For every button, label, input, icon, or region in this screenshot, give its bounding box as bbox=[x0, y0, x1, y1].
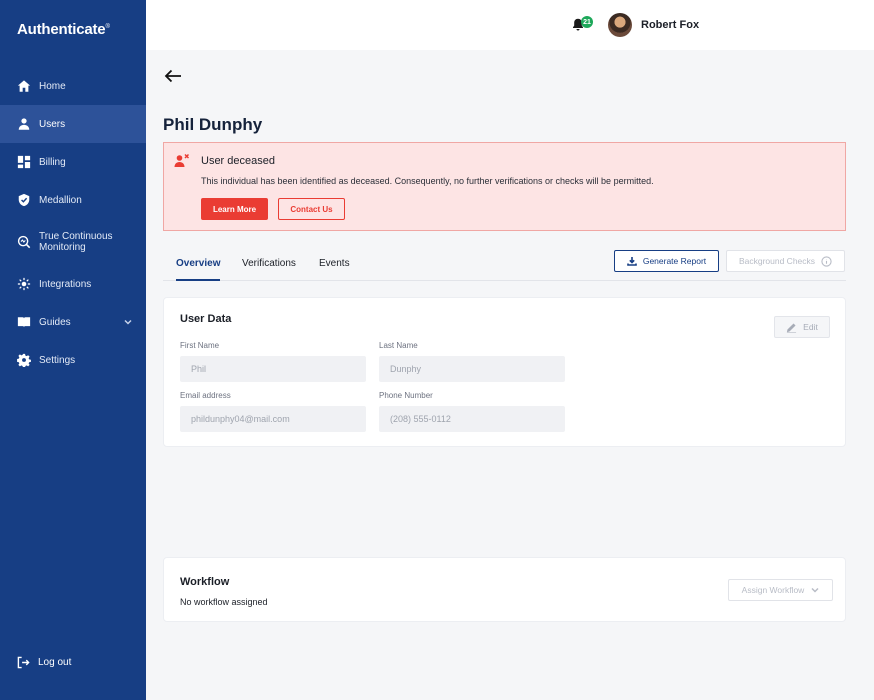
assign-workflow-label: Assign Workflow bbox=[741, 585, 805, 595]
sidebar-item-guides[interactable]: Guides bbox=[0, 303, 146, 341]
tab-events[interactable]: Events bbox=[319, 258, 350, 269]
email-label: Email address bbox=[180, 391, 231, 400]
sidebar-item-label: Users bbox=[39, 118, 66, 130]
chevron-down-icon bbox=[811, 587, 819, 593]
alert-title: User deceased bbox=[201, 155, 275, 167]
avatar[interactable] bbox=[608, 13, 632, 37]
tab-overview[interactable]: Overview bbox=[176, 258, 220, 269]
app-logo[interactable]: Authenticate® bbox=[17, 21, 110, 38]
gear-icon bbox=[17, 353, 31, 367]
generate-report-label: Generate Report bbox=[642, 256, 707, 266]
first-name-label: First Name bbox=[180, 341, 220, 350]
workflow-title: Workflow bbox=[180, 576, 230, 588]
email-field[interactable]: phildunphy04@mail.com bbox=[180, 406, 366, 432]
top-bar bbox=[146, 0, 874, 50]
integrations-icon bbox=[17, 277, 31, 291]
assign-workflow-button[interactable]: Assign Workflow bbox=[728, 579, 833, 601]
user-data-card: User Data Edit First Name Phil Last Name… bbox=[163, 297, 846, 447]
logout-icon bbox=[17, 656, 30, 669]
sidebar-item-label: Billing bbox=[39, 156, 66, 168]
pencil-icon bbox=[787, 322, 797, 333]
background-checks-button[interactable]: Background Checks bbox=[726, 250, 845, 272]
edit-label: Edit bbox=[803, 322, 818, 332]
phone-field[interactable]: (208) 555-0112 bbox=[379, 406, 565, 432]
page-title: Phil Dunphy bbox=[163, 115, 263, 134]
sidebar-item-medallion[interactable]: Medallion bbox=[0, 181, 146, 219]
deceased-alert: User deceased This individual has been i… bbox=[163, 142, 846, 231]
sidebar-item-label: Medallion bbox=[39, 194, 82, 206]
home-icon bbox=[17, 79, 31, 93]
sidebar-item-label: Guides bbox=[39, 316, 71, 328]
sidebar: Authenticate® Home Users Billing Medalli… bbox=[0, 0, 146, 700]
shield-icon bbox=[17, 193, 31, 207]
background-checks-label: Background Checks bbox=[738, 256, 816, 266]
logout-label: Log out bbox=[38, 657, 72, 668]
sidebar-item-label: Integrations bbox=[39, 278, 92, 290]
sidebar-item-label: True Continuous Monitoring bbox=[39, 231, 113, 253]
sidebar-nav: Home Users Billing Medallion True Contin… bbox=[0, 67, 146, 379]
edit-button[interactable]: Edit bbox=[774, 316, 830, 338]
arrow-left-icon bbox=[164, 69, 181, 83]
last-name-label: Last Name bbox=[379, 341, 418, 350]
logout-button[interactable]: Log out bbox=[17, 656, 71, 669]
learn-more-button[interactable]: Learn More bbox=[201, 198, 268, 220]
sidebar-item-users[interactable]: Users bbox=[0, 105, 146, 143]
book-icon bbox=[17, 315, 31, 329]
user-deceased-icon bbox=[174, 153, 190, 169]
sidebar-item-monitoring[interactable]: True Continuous Monitoring bbox=[0, 219, 146, 265]
alert-message: This individual has been identified as d… bbox=[201, 176, 654, 186]
generate-report-button[interactable]: Generate Report bbox=[614, 250, 719, 272]
user-icon bbox=[17, 117, 31, 131]
sidebar-item-label: Home bbox=[39, 80, 66, 92]
back-button[interactable] bbox=[163, 66, 185, 88]
active-tab-indicator bbox=[176, 279, 220, 281]
contact-us-button[interactable]: Contact Us bbox=[278, 198, 345, 220]
user-name[interactable]: Robert Fox bbox=[641, 19, 699, 31]
sidebar-item-integrations[interactable]: Integrations bbox=[0, 265, 146, 303]
download-icon bbox=[627, 257, 637, 266]
sidebar-item-billing[interactable]: Billing bbox=[0, 143, 146, 181]
user-data-title: User Data bbox=[180, 313, 232, 325]
notification-badge: 21 bbox=[581, 16, 593, 28]
sidebar-item-label: Settings bbox=[39, 354, 76, 366]
workflow-card: Workflow No workflow assigned Assign Wor… bbox=[163, 557, 846, 622]
last-name-field[interactable]: Dunphy bbox=[379, 356, 565, 382]
sidebar-item-home[interactable]: Home bbox=[0, 67, 146, 105]
sidebar-item-settings[interactable]: Settings bbox=[0, 341, 146, 379]
monitoring-icon bbox=[17, 235, 31, 249]
workflow-status: No workflow assigned bbox=[180, 597, 268, 607]
phone-label: Phone Number bbox=[379, 391, 433, 400]
info-icon bbox=[821, 255, 832, 267]
billing-icon bbox=[17, 155, 31, 169]
tab-verifications[interactable]: Verifications bbox=[242, 258, 296, 269]
first-name-field[interactable]: Phil bbox=[180, 356, 366, 382]
chevron-down-icon bbox=[124, 318, 132, 326]
